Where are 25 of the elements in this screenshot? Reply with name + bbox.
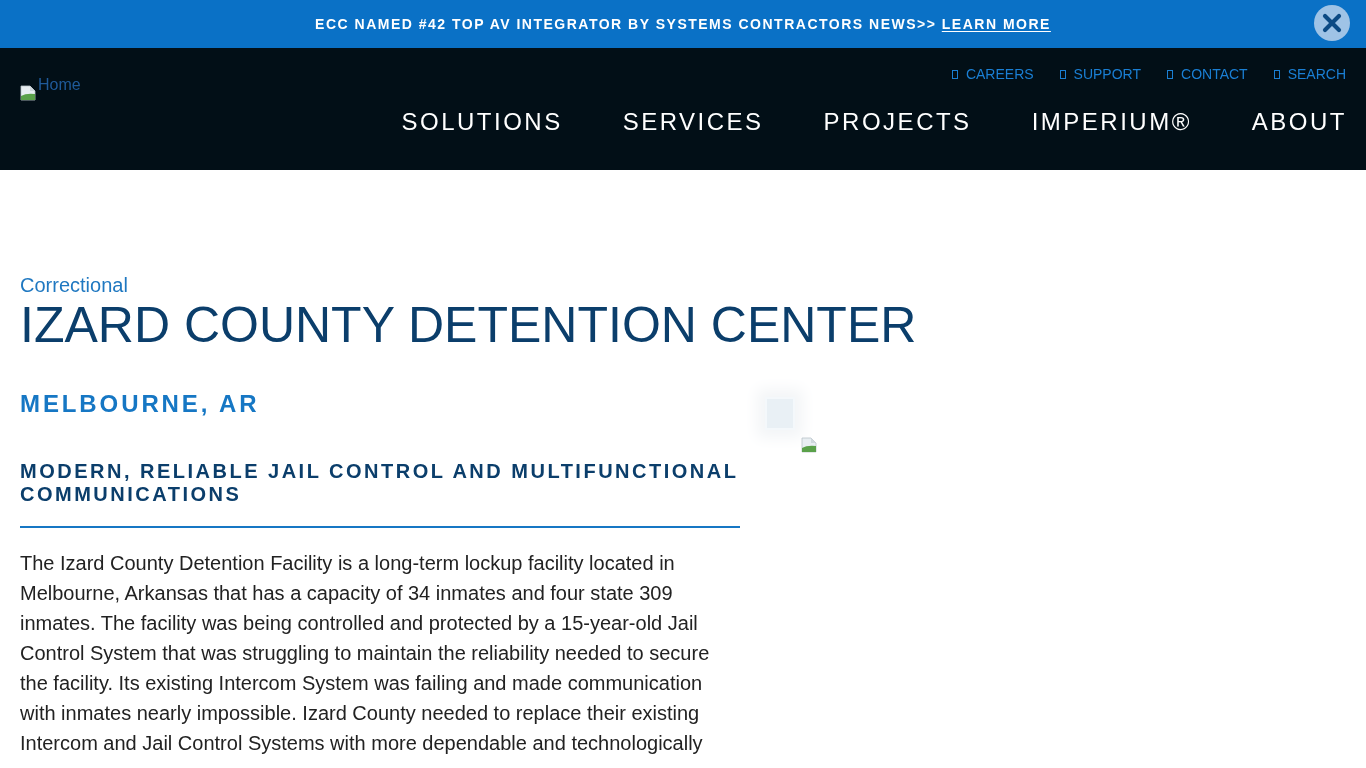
project-description: The Izard County Detention Facility is a long-term lockup facility located in Melbourne, Arkansas that has a capacity of 34 inmates and four state 309 inmates. The facility was being controlled and protected by a 15-year-old Jail Control System that was struggling to maintain the reliability needed to secure the facility. Its existing Intercom System was failing and made communication with inmates nearly impossible. Izard County needed to replace their existing Intercom and Jail Control Systems with more dependable and technologically bbox=[20, 551, 711, 756]
project-title: IZARD COUNTY DETENTION CENTER bbox=[20, 300, 918, 350]
nav-link[interactable]: ABOUT bbox=[1251, 108, 1347, 136]
category-link[interactable]: Correctional bbox=[20, 273, 1366, 297]
nav-link[interactable]: SERVICES bbox=[622, 108, 764, 136]
nav-link[interactable]: SOLUTIONS bbox=[401, 108, 563, 136]
missing-glyph-icon bbox=[1059, 69, 1066, 79]
nav-link[interactable]: PROJECTS bbox=[823, 108, 972, 136]
project-subtitle: MODERN, RELIABLE JAIL CONTROL AND MULTIFUNCTIONAL COMMUNICATIONS bbox=[20, 460, 740, 506]
utility-link[interactable]: SEARCH bbox=[1273, 66, 1346, 82]
broken-image-icon bbox=[801, 437, 817, 453]
broken-image-icon bbox=[20, 85, 36, 101]
close-icon bbox=[1314, 5, 1350, 41]
announcement-text: ECC NAMED #42 TOP AV INTEGRATOR BY SYSTEMS CONTRACTORS NEWS>> LEARN MORE bbox=[315, 16, 1051, 32]
missing-glyph-icon bbox=[1167, 69, 1173, 79]
close-button[interactable] bbox=[1314, 5, 1350, 41]
missing-glyph-icon bbox=[951, 69, 958, 79]
logo-alt-text[interactable]: Home bbox=[38, 77, 81, 93]
utility-link[interactable]: SUPPORT bbox=[1059, 66, 1141, 82]
utility-link[interactable]: CAREERS bbox=[951, 66, 1034, 82]
missing-glyph-icon bbox=[1273, 69, 1280, 79]
learn-more-link[interactable]: LEARN MORE bbox=[941, 16, 1051, 32]
project-location: MELBOURNE, AR bbox=[20, 390, 261, 418]
nav-link[interactable]: IMPERIUM® bbox=[1031, 108, 1192, 136]
utility-link[interactable]: CONTACT bbox=[1167, 66, 1248, 82]
